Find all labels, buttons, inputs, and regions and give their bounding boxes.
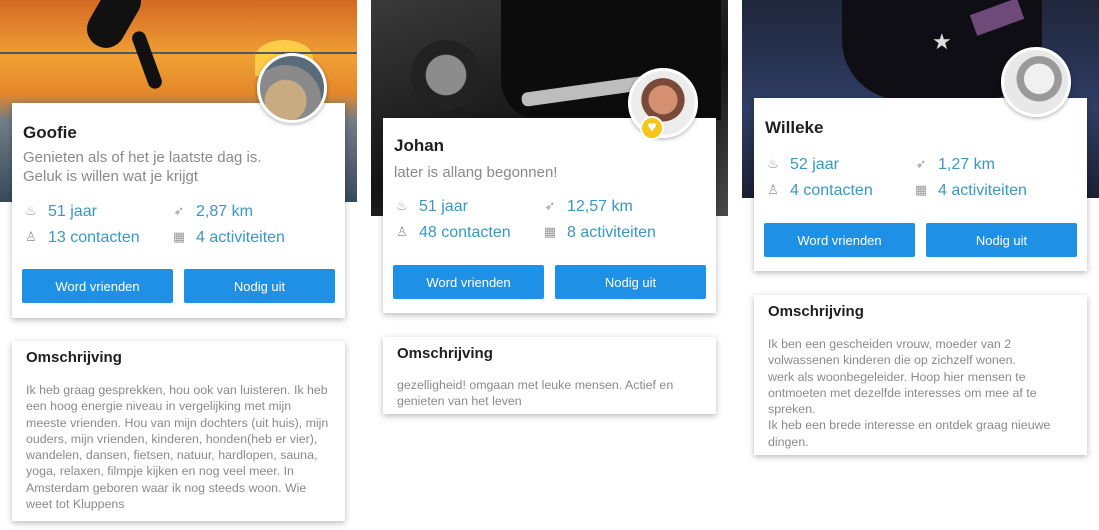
stat-distance-value: 2,87 km (196, 203, 253, 220)
description-title: Omschrijving (768, 303, 864, 320)
stat-contacts[interactable]: ♙ 48 contacten (394, 224, 511, 242)
calendar-icon: ▦ (543, 225, 557, 240)
invite-button[interactable]: Nodig uit (555, 265, 706, 299)
calendar-icon: ▦ (914, 183, 928, 198)
location-arrow-icon: ➶ (173, 204, 185, 219)
description-card: Omschrijving gezelligheid! omgaan met le… (383, 337, 716, 414)
heart-badge-icon: ♥ (640, 116, 664, 140)
horizon-line (0, 52, 357, 54)
description-text: Ik heb graag gesprekken, hou ook van lui… (26, 383, 329, 512)
profile-column-johan: ♥ Johan later is allang begonnen! ♨ 51 j… (371, 0, 728, 530)
avatar[interactable] (257, 53, 327, 123)
description-title: Omschrijving (397, 345, 493, 362)
stat-age: ♨ 52 jaar (765, 156, 839, 174)
stat-contacts-value[interactable]: 13 contacten (48, 229, 140, 247)
profile-column-goofie: Goofie Genieten als of het je laatste da… (0, 0, 357, 530)
location-arrow-icon: ➶ (915, 157, 927, 172)
stat-contacts[interactable]: ♙ 13 contacten (23, 229, 140, 247)
star-icon: ★ (932, 30, 952, 55)
add-friend-button[interactable]: Word vrienden (22, 269, 173, 303)
silhouette-leg (130, 29, 164, 91)
description-text: gezelligheid! omgaan met leuke mensen. A… (397, 378, 674, 409)
stat-activities[interactable]: ▦ 4 activiteiten (171, 229, 285, 247)
stat-age-value: 51 jaar (419, 198, 468, 215)
profile-column-willeke: ★ Willeke ♨ 52 jaar ➶ 1,27 km ♙ 4 contac… (742, 0, 1099, 530)
avatar[interactable] (1001, 47, 1071, 117)
stat-activities[interactable]: ▦ 8 activiteiten (542, 224, 656, 242)
stat-distance: ➶ 1,27 km (913, 156, 995, 174)
car-wheel-shape (411, 40, 481, 110)
profile-card: Goofie Genieten als of het je laatste da… (12, 53, 345, 318)
add-friend-button[interactable]: Word vrienden (393, 265, 544, 299)
invite-button[interactable]: Nodig uit (184, 269, 335, 303)
stat-age-value: 52 jaar (790, 156, 839, 173)
contacts-icon: ♙ (767, 183, 779, 198)
contacts-icon: ♙ (25, 230, 37, 245)
stat-activities-value[interactable]: 4 activiteiten (196, 229, 285, 247)
stat-activities-value[interactable]: 8 activiteiten (567, 224, 656, 242)
description-title: Omschrijving (26, 349, 122, 366)
profile-card: ♥ Johan later is allang begonnen! ♨ 51 j… (383, 68, 716, 313)
birthday-cake-icon: ♨ (25, 204, 37, 219)
description-text: Ik ben een gescheiden vrouw, moeder van … (768, 337, 1051, 449)
description-card: Omschrijving Ik heb graag gesprekken, ho… (12, 341, 345, 521)
calendar-icon: ▦ (172, 230, 186, 245)
stat-age: ♨ 51 jaar (23, 203, 97, 221)
profile-name: Goofie (23, 123, 77, 142)
stat-distance: ➶ 12,57 km (542, 198, 633, 216)
stat-contacts-value[interactable]: 4 contacten (790, 182, 873, 200)
profile-name: Johan (394, 136, 445, 155)
stat-distance: ➶ 2,87 km (171, 203, 253, 221)
stat-activities-value[interactable]: 4 activiteiten (938, 182, 1027, 200)
stat-activities[interactable]: ▦ 4 activiteiten (913, 182, 1027, 200)
contacts-icon: ♙ (396, 225, 408, 240)
stat-contacts-value[interactable]: 48 contacten (419, 224, 511, 242)
add-friend-button[interactable]: Word vrienden (764, 223, 915, 257)
stat-age: ♨ 51 jaar (394, 198, 468, 216)
description-card: Omschrijving Ik ben een gescheiden vrouw… (754, 295, 1087, 455)
stat-age-value: 51 jaar (48, 203, 97, 220)
profile-tagline: later is allang begonnen! (394, 164, 558, 181)
profile-card: Willeke ♨ 52 jaar ➶ 1,27 km ♙ 4 contacte… (754, 47, 1087, 271)
location-arrow-icon: ➶ (544, 199, 556, 214)
profile-tagline: Genieten als of het je laatste dag is. G… (23, 149, 262, 185)
stat-distance-value: 12,57 km (567, 198, 633, 215)
stat-contacts[interactable]: ♙ 4 contacten (765, 182, 873, 200)
invite-button[interactable]: Nodig uit (926, 223, 1077, 257)
birthday-cake-icon: ♨ (767, 157, 779, 172)
stat-distance-value: 1,27 km (938, 156, 995, 173)
birthday-cake-icon: ♨ (396, 199, 408, 214)
profile-name: Willeke (765, 118, 824, 137)
